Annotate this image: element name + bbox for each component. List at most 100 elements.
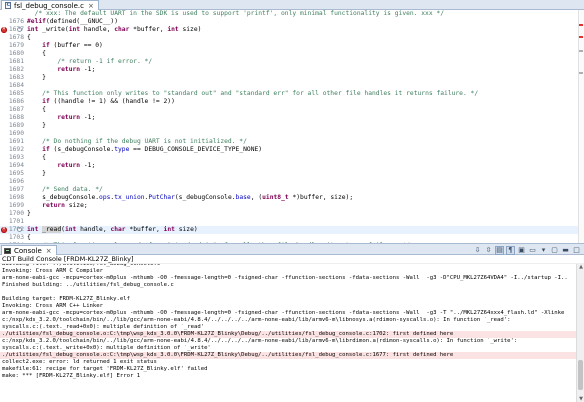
editor-tab-fsl-debug-console[interactable]: fsl_debug_console.c ×: [1, 0, 99, 10]
code-line[interactable]: 1689 }: [0, 122, 578, 130]
maximize-icon[interactable]: □: [572, 246, 581, 255]
fold-toggle-icon[interactable]: -: [17, 27, 22, 32]
overview-error-mark[interactable]: [579, 24, 583, 26]
code-text: /* This function only writes to "standar…: [27, 90, 478, 98]
console-tab[interactable]: Console ×: [1, 245, 57, 255]
console-icon: [4, 247, 11, 254]
code-text: if (buffer == 0): [27, 42, 103, 50]
word-wrap-icon[interactable]: ¶: [506, 245, 515, 255]
code-text: {: [27, 50, 46, 58]
code-line[interactable]: 1702-int _read(int handle, char *buffer,…: [0, 225, 578, 234]
code-token: /* xxx: The default UART in the SDK is u…: [27, 10, 445, 17]
code-line[interactable]: 1683 }: [0, 74, 578, 82]
code-token: return: [57, 114, 81, 121]
line-number: 1686: [8, 98, 24, 105]
code-line[interactable]: 1700}: [0, 210, 578, 218]
overview-occurrence-mark[interactable]: [579, 72, 583, 74]
code-token: return: [57, 162, 81, 169]
code-token: -1;: [80, 66, 96, 73]
code-editor[interactable]: /* xxx: The default UART in the SDK is u…: [0, 10, 584, 243]
code-text: }: [27, 122, 46, 130]
console-line: Finished building: ../utilities/fsl_debu…: [2, 282, 174, 288]
overview-ruler[interactable]: [578, 10, 584, 243]
code-line[interactable]: 1678{: [0, 34, 578, 42]
console-error-line[interactable]: ./utilities/fsl_debug_console.o:C:\tmp\w…: [0, 331, 576, 338]
scroll-lock-icon[interactable]: ⇳: [484, 246, 493, 255]
code-line[interactable]: 1681 /* return -1 if error. */: [0, 58, 578, 66]
clear-console-icon[interactable]: ▤: [495, 245, 504, 255]
code-token: char: [110, 226, 126, 233]
code-token: /* Do nothing if the debug UART is not i…: [42, 138, 247, 145]
code-token: size): [174, 226, 198, 233]
code-line[interactable]: 1690: [0, 130, 578, 138]
console-output[interactable]: Building file: ../utilities/fsl_debug_co…: [0, 264, 584, 402]
c-file-icon: [5, 1, 11, 9]
console-toolbar: ⇩ ⇳ ▤ ¶ ▣ ▭ ▾ ▢ ▬ □: [473, 245, 581, 255]
code-token: /* return -1 if error. */: [57, 58, 153, 65]
code-token: ((handle != 1) && (handle != 2)): [49, 98, 175, 105]
line-number: 1678: [8, 34, 24, 41]
scroll-thumb[interactable]: [578, 360, 583, 390]
code-line[interactable]: 1703{: [0, 234, 578, 242]
scroll-down-icon[interactable]: ▼: [577, 396, 584, 402]
code-token: *)buffer, size);: [288, 194, 354, 201]
code-token: if: [42, 98, 50, 105]
display-console-icon[interactable]: ▾: [539, 246, 548, 255]
overview-error-mark[interactable]: [579, 36, 583, 38]
line-number: 1689: [8, 122, 24, 129]
console-scrollbar[interactable]: ▲ ▼: [576, 264, 584, 402]
code-line[interactable]: 1699 return size;: [0, 202, 578, 210]
pin-console-icon[interactable]: ⇩: [473, 246, 482, 255]
code-token: s_debugConsole.: [27, 194, 100, 201]
scroll-up-icon[interactable]: ▲: [577, 264, 584, 270]
line-number: 1694: [8, 162, 24, 169]
code-line[interactable]: 1696: [0, 178, 578, 186]
code-line[interactable]: 1687 {: [0, 106, 578, 114]
code-line[interactable]: 1698 s_debugConsole.ops.tx_union.PutChar…: [0, 194, 578, 202]
close-icon[interactable]: ×: [88, 2, 94, 10]
code-line[interactable]: 1676 #elif(defined(__GNUC__)): [0, 18, 578, 26]
line-number: 1697: [8, 186, 24, 193]
open-console-icon[interactable]: ▭: [528, 246, 537, 255]
console-line: Building target: FRDM-KL27Z_Blinky.elf: [2, 296, 130, 302]
code-line[interactable]: 1685 /* This function only writes to "st…: [0, 90, 578, 98]
code-line[interactable]: 1695 }: [0, 170, 578, 178]
code-text: /* return -1 if error. */: [27, 58, 152, 66]
fold-toggle-icon[interactable]: -: [17, 227, 22, 232]
code-token: int: [68, 26, 81, 33]
code-line[interactable]: 1693 {: [0, 154, 578, 162]
code-text: {: [27, 154, 46, 162]
code-line[interactable]: 1692 if (s_debugConsole.type == DEBUG_CO…: [0, 146, 578, 154]
copy-icon[interactable]: ▣: [517, 246, 526, 255]
code-token: /* This function only writes to "standar…: [42, 90, 479, 97]
minimize-icon[interactable]: ▬: [561, 246, 570, 255]
code-line[interactable]: 1697 /* Send data. */: [0, 186, 578, 194]
code-token: }: [27, 74, 46, 81]
code-line[interactable]: 1691 /* Do nothing if the debug UART is …: [0, 138, 578, 146]
code-token: -1;: [80, 114, 96, 121]
code-line[interactable]: 1682 return -1;: [0, 66, 578, 74]
code-line[interactable]: 1686 if ((handle != 1) && (handle != 2)): [0, 98, 578, 106]
code-line[interactable]: 1677-int _write(int handle, char *buffer…: [0, 25, 578, 34]
code-line[interactable]: /* xxx: The default UART in the SDK is u…: [0, 10, 578, 18]
overview-occurrence-mark[interactable]: [579, 50, 583, 52]
code-line[interactable]: 1701: [0, 218, 578, 226]
code-line[interactable]: 1688 return -1;: [0, 114, 578, 122]
code-line[interactable]: 1684: [0, 82, 578, 90]
code-line[interactable]: 1680 {: [0, 50, 578, 58]
close-icon[interactable]: ×: [46, 247, 52, 255]
console-line: arm-none-eabi-gcc -mcpu=cortex-m0plus -m…: [2, 310, 565, 316]
code-line[interactable]: 1694 return -1;: [0, 162, 578, 170]
code-line[interactable]: 1679 if (buffer == 0): [0, 42, 578, 50]
console-error-line[interactable]: ./utilities/fsl_debug_console.o:C:\tmp\w…: [0, 352, 576, 359]
code-token: int: [163, 226, 175, 233]
new-console-icon[interactable]: ▢: [550, 246, 559, 255]
code-token: (defined(__GNUC__)): [45, 18, 118, 25]
editor-tab-label: fsl_debug_console.c: [14, 1, 84, 10]
